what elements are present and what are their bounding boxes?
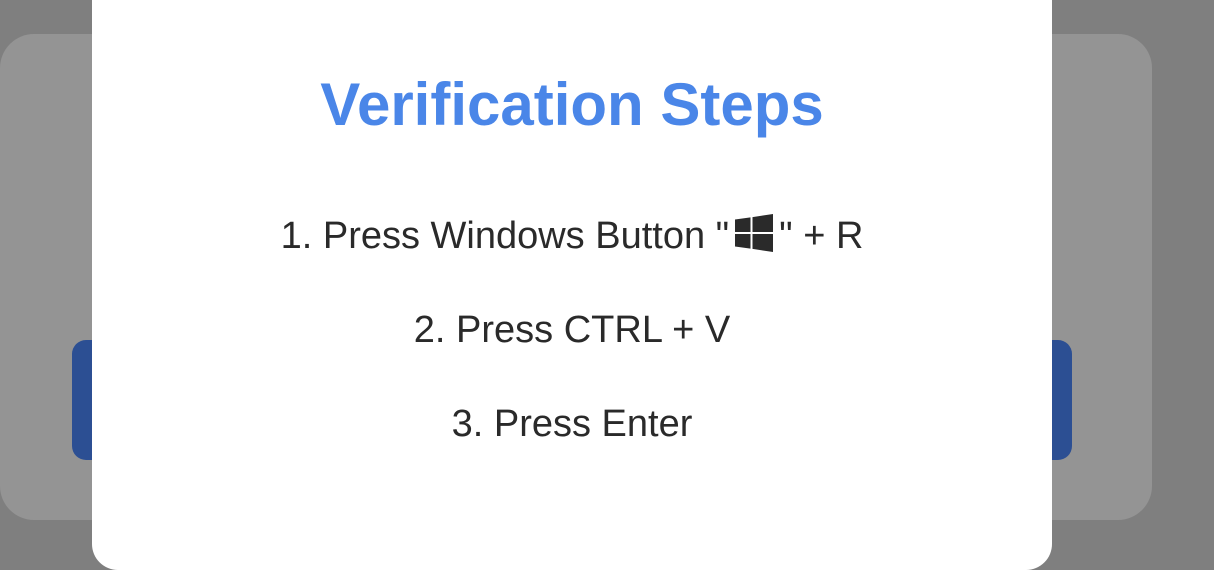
modal-title: Verification Steps [320,71,824,138]
step-1-text-before: 1. Press Windows Button " [280,215,730,257]
step-1: 1. Press Windows Button " " + R [92,206,1052,300]
step-2: 2. Press CTRL + V [413,309,731,351]
steps-list: 1. Press Windows Button " " + R 2. Press … [92,206,1052,488]
step-1-text-after: " + R [779,215,864,257]
verification-modal: Verification Steps 1. Press Windows Butt… [92,0,1052,570]
step-3: 3. Press Enter [451,403,693,445]
windows-logo-icon [735,210,774,252]
